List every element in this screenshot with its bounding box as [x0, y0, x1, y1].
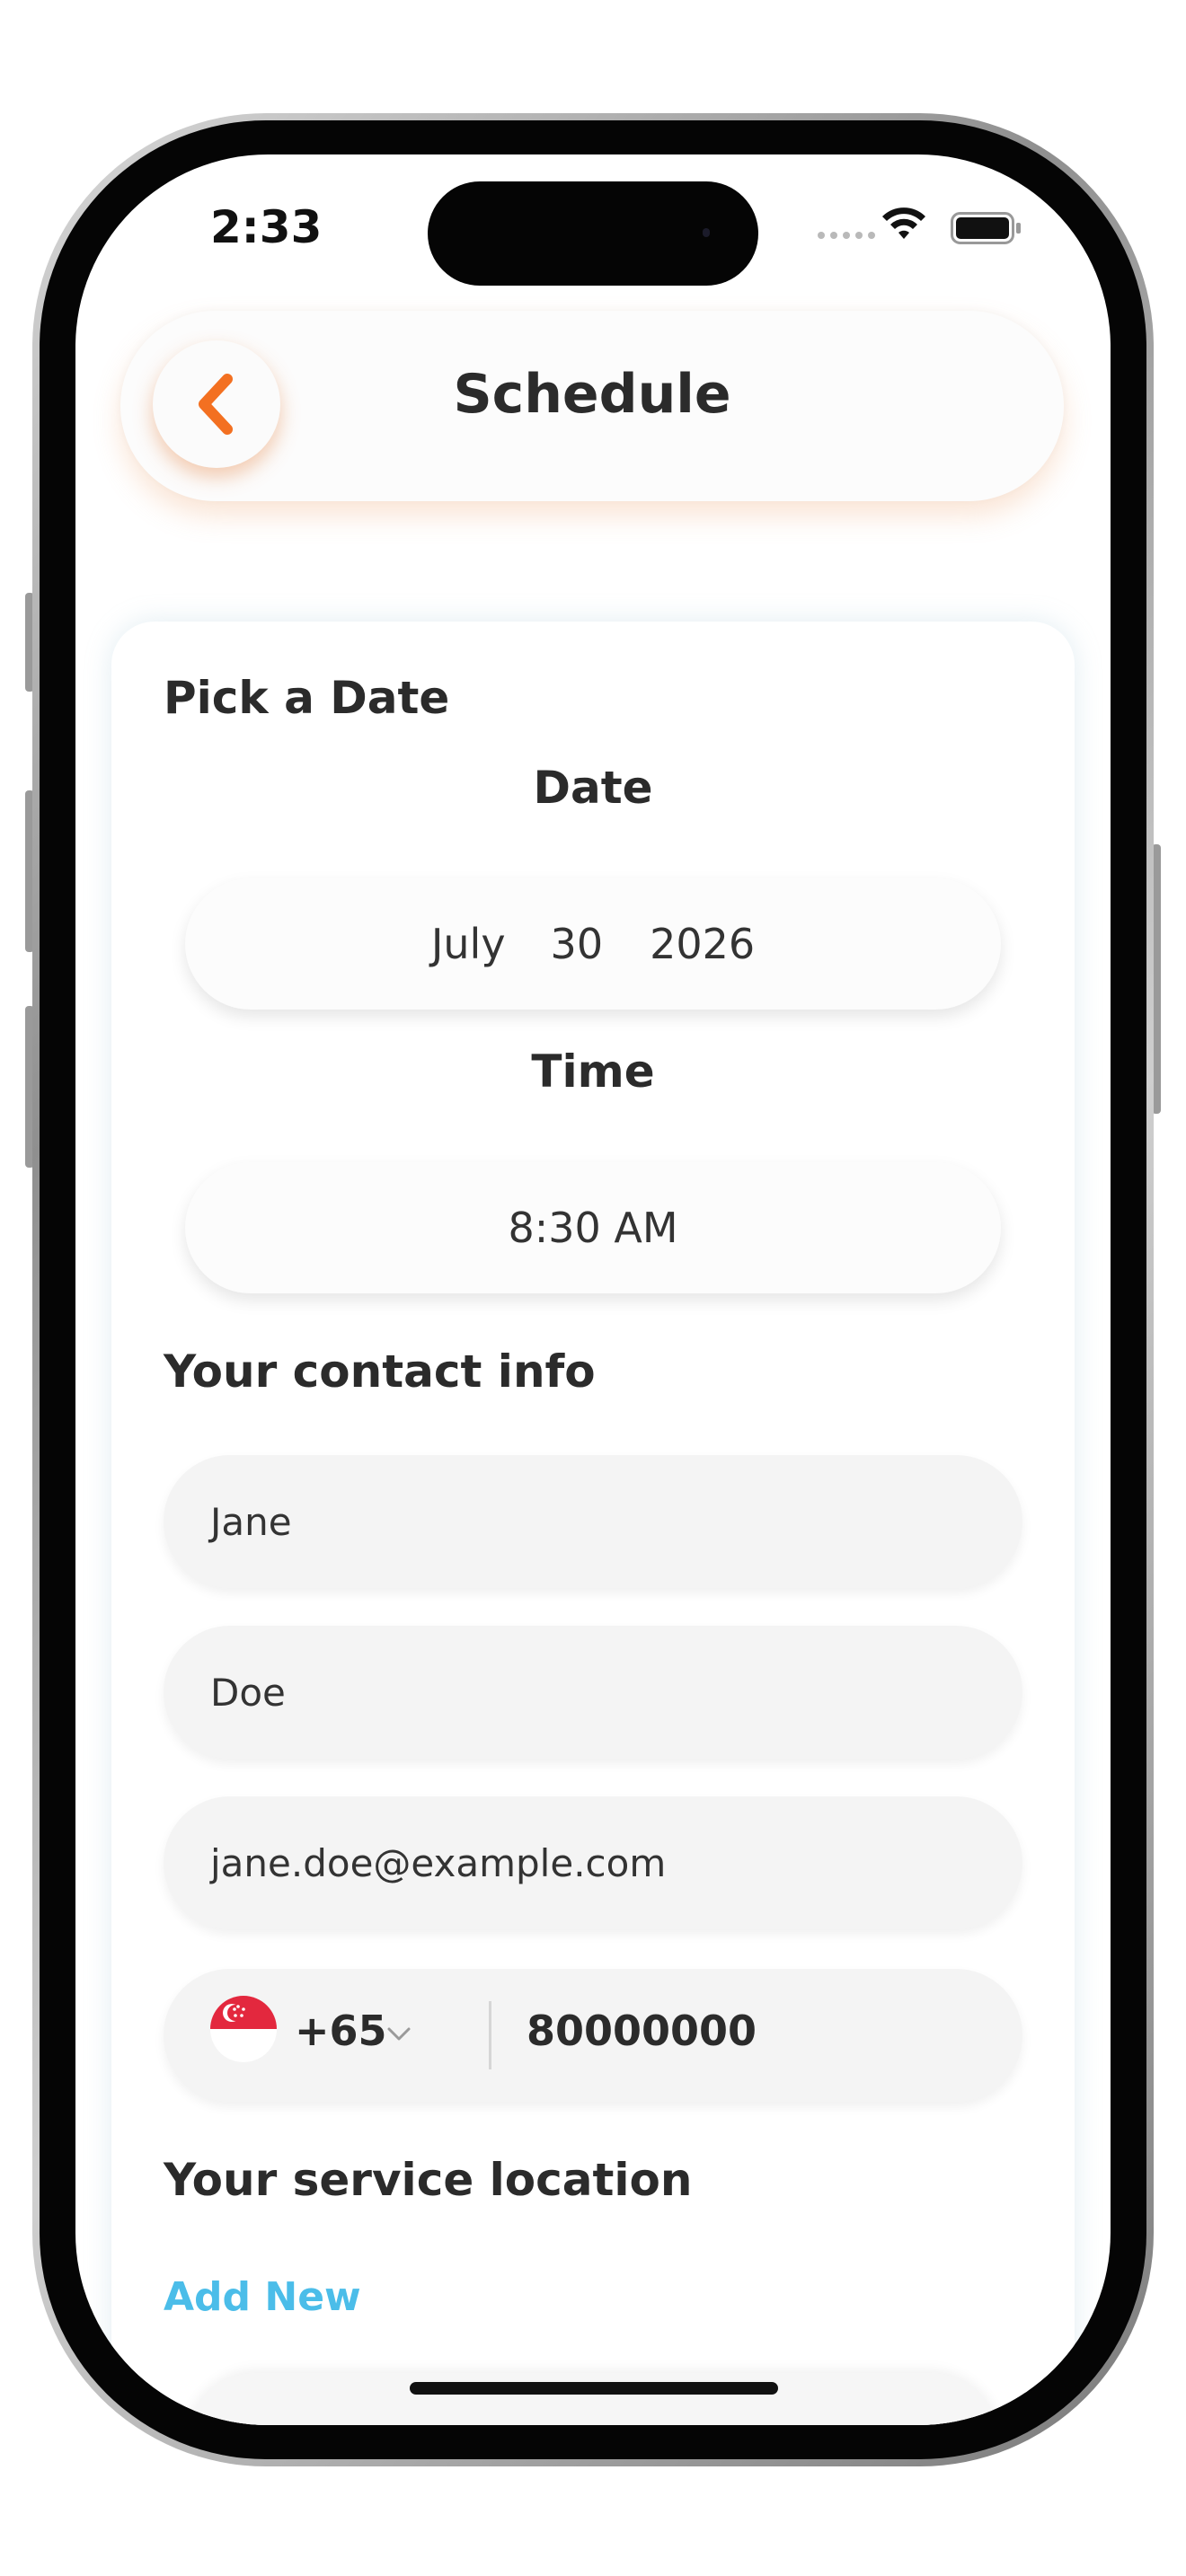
- email-value: jane.doe@example.com: [210, 1840, 667, 1885]
- service-location-heading: Your service location: [164, 2154, 693, 2206]
- page-title: Schedule: [453, 363, 731, 426]
- add-new-location-link[interactable]: Add New: [164, 2274, 361, 2320]
- home-indicator: [410, 2382, 778, 2395]
- last-name-field[interactable]: Doe: [164, 1626, 1022, 1759]
- device-mockup: 2:33 Schedule Pick a Date Date July 30 2…: [0, 0, 1186, 2576]
- pick-date-heading: Pick a Date: [164, 672, 450, 724]
- battery-icon: [951, 212, 1021, 244]
- date-day: 30: [550, 920, 604, 968]
- time-caption: Time: [531, 1045, 655, 1098]
- time-value: 8:30 AM: [508, 1204, 678, 1252]
- status-time: 2:33: [210, 201, 323, 253]
- wifi-icon: [882, 207, 925, 239]
- time-picker[interactable]: 8:30 AM: [185, 1162, 1001, 1293]
- first-name-value: Jane: [210, 1499, 292, 1544]
- date-month: July: [430, 920, 506, 968]
- date-year: 2026: [650, 920, 756, 968]
- cellular-signal-icon: [818, 232, 875, 239]
- singapore-flag-icon[interactable]: [210, 1996, 277, 2062]
- location-card-peek[interactable]: [185, 2373, 1001, 2425]
- dynamic-island: [428, 181, 758, 286]
- phone-divider: [489, 2001, 491, 2069]
- chevron-down-icon[interactable]: [386, 2026, 412, 2042]
- camera-icon: [703, 228, 710, 237]
- date-picker[interactable]: July 30 2026: [185, 878, 1001, 1010]
- last-name-value: Doe: [210, 1670, 286, 1715]
- app-screen: 2:33 Schedule Pick a Date Date July 30 2…: [75, 154, 1111, 2425]
- contact-info-heading: Your contact info: [164, 1345, 596, 1398]
- email-field[interactable]: jane.doe@example.com: [164, 1796, 1022, 1929]
- first-name-field[interactable]: Jane: [164, 1455, 1022, 1588]
- dial-code-selector[interactable]: +65: [295, 2007, 387, 2055]
- date-caption: Date: [533, 762, 653, 814]
- phone-number-input[interactable]: 80000000: [527, 2007, 757, 2055]
